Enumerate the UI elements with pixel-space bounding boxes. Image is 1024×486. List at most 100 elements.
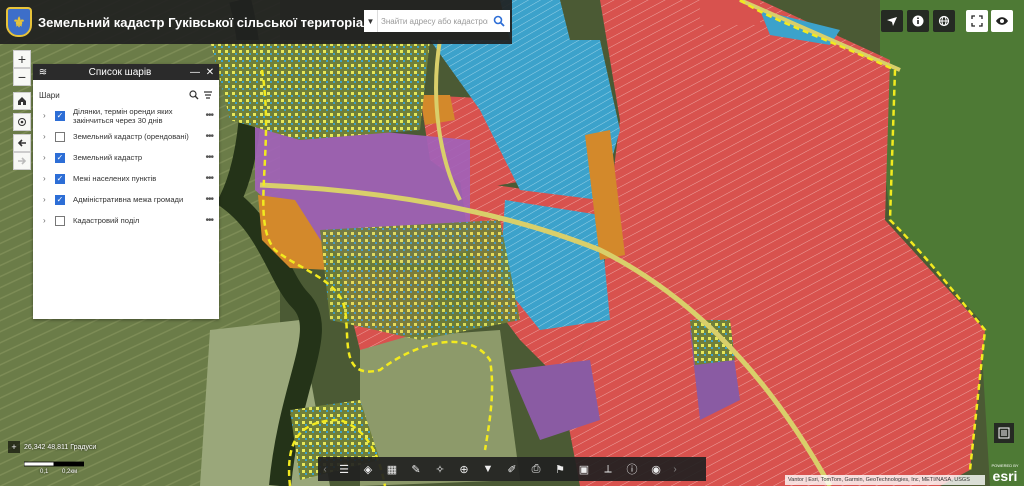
arrow-left-icon — [17, 139, 26, 147]
scale-label-right: 0,2км — [62, 469, 78, 475]
more-options-icon[interactable]: ••• — [199, 131, 214, 142]
grid-icon: ▦ — [386, 463, 398, 476]
pencil-icon: ✎ — [411, 463, 421, 476]
chevron-right-icon[interactable]: › — [43, 195, 51, 204]
search-icon — [493, 15, 505, 27]
bookmark-icon: ⚑ — [555, 463, 565, 476]
chevron-right-icon[interactable]: › — [43, 111, 51, 120]
chevron-right-icon[interactable]: › — [43, 174, 51, 183]
settlement-center — [320, 220, 520, 340]
layer-list-panel: ≋ Список шарів — ✕ Шари › ✓ Ділянки, тер… — [33, 64, 219, 319]
bottom-toolbar: ‹ ☰ ◈ ▦ ✎ ✧ ⊕ ▼ ✐ ⎙ ⚑ ▣ ⟂ ⓘ ◉ › — [318, 457, 706, 481]
filter-layers-icon[interactable] — [203, 90, 213, 100]
legend-icon — [998, 427, 1010, 439]
zoom-in-button[interactable]: + — [13, 50, 31, 68]
about-button[interactable] — [907, 10, 929, 32]
edit-icon: ✐ — [507, 463, 517, 476]
chevron-right-icon[interactable]: › — [43, 132, 51, 141]
layer-checkbox[interactable]: ✓ — [55, 110, 65, 121]
coordinate-toggle-button[interactable]: + — [8, 441, 20, 453]
bookmark-tool-button[interactable]: ⚑ — [548, 457, 572, 481]
basemap-toggle-button[interactable] — [933, 10, 955, 32]
analysis-tool-button[interactable]: ✧ — [428, 457, 452, 481]
print-tool-button[interactable]: ⎙ — [524, 457, 548, 481]
layer-item-admin-boundary[interactable]: › ✓ Адміністративна межа громади ••• — [33, 189, 219, 210]
draw-tool-button[interactable]: ✎ — [404, 457, 428, 481]
esri-brand: esri — [992, 468, 1018, 484]
layer-name: Земельний кадастр (орендовані) — [73, 132, 189, 141]
chevron-right-icon[interactable]: › — [43, 216, 51, 225]
share-button[interactable] — [881, 10, 903, 32]
chevron-right-icon[interactable]: › — [43, 153, 51, 162]
info-icon — [912, 15, 924, 27]
toolbar-scroll-right-icon[interactable]: › — [668, 464, 682, 475]
more-options-icon[interactable]: ••• — [199, 110, 214, 121]
layer-item-settlement-boundaries[interactable]: › ✓ Межі населених пунктів ••• — [33, 168, 219, 189]
basemap-gallery-button[interactable]: ▦ — [380, 457, 404, 481]
layer-item-expiring-leases[interactable]: › ✓ Ділянки, термін оренди яких закінчит… — [33, 105, 219, 126]
info-icon: ⓘ — [626, 464, 638, 476]
layer-item-cadastral-division[interactable]: › Кадастровий поділ ••• — [33, 210, 219, 231]
layer-name: Кадастровий поділ — [73, 216, 140, 225]
legend-tool-button[interactable]: ☰ — [332, 457, 356, 481]
coordinate-widget: + 26,342 48,811 Градуси — [8, 441, 96, 453]
analysis-icon: ✧ — [435, 463, 445, 476]
layers-icon: ◈ — [363, 463, 373, 476]
layer-checkbox[interactable] — [55, 131, 65, 142]
more-options-icon[interactable]: ••• — [199, 173, 214, 184]
panel-title: Список шарів — [88, 66, 152, 78]
fullscreen-button[interactable] — [966, 10, 988, 32]
arrow-right-icon — [18, 157, 27, 165]
layer-checkbox[interactable]: ✓ — [55, 173, 65, 184]
minimize-panel-button[interactable]: — — [189, 67, 201, 78]
panel-header: ≋ Список шарів — ✕ — [33, 64, 219, 80]
swipe-tool-button[interactable]: ▣ — [572, 457, 596, 481]
previous-extent-button[interactable] — [13, 134, 31, 152]
query-tool-button[interactable]: ⊕ — [452, 457, 476, 481]
screening-tool-button[interactable]: ◉ — [644, 457, 668, 481]
layer-list-tool-button[interactable]: ◈ — [356, 457, 380, 481]
layer-checkbox[interactable]: ✓ — [55, 152, 65, 163]
layer-checkbox[interactable] — [55, 215, 65, 226]
close-panel-button[interactable]: ✕ — [204, 67, 216, 78]
more-options-icon[interactable]: ••• — [199, 215, 214, 226]
scale-bar — [24, 461, 84, 467]
query-icon: ⊕ — [459, 463, 469, 476]
about-tool-button[interactable]: ⓘ — [620, 457, 644, 481]
layer-checkbox[interactable]: ✓ — [55, 194, 65, 205]
layer-item-cadastre[interactable]: › ✓ Земельний кадастр ••• — [33, 147, 219, 168]
more-options-icon[interactable]: ••• — [199, 194, 214, 205]
measure-icon: ⟂ — [604, 462, 612, 475]
filter-tool-button[interactable]: ▼ — [476, 457, 500, 481]
community-logo-icon: ⚜ — [6, 7, 32, 37]
search-input[interactable] — [378, 11, 488, 31]
edit-tool-button[interactable]: ✐ — [500, 457, 524, 481]
share-icon — [887, 17, 897, 26]
layers-section-label: Шари — [39, 90, 60, 100]
layer-name: Адміністративна межа громади — [73, 195, 184, 204]
home-icon — [18, 97, 26, 105]
toolbar-scroll-left-icon[interactable]: ‹ — [318, 464, 332, 475]
search-button[interactable] — [488, 10, 510, 32]
eye-icon — [996, 17, 1008, 25]
layer-item-cadastre-leased[interactable]: › Земельний кадастр (орендовані) ••• — [33, 126, 219, 147]
search-source-dropdown[interactable]: ▼ — [364, 10, 378, 32]
locate-button[interactable] — [13, 113, 31, 131]
measure-tool-button[interactable]: ⟂ — [596, 457, 620, 481]
print-icon: ⎙ — [531, 462, 541, 475]
visibility-button[interactable] — [991, 10, 1013, 32]
list-icon: ☰ — [339, 463, 349, 476]
home-button[interactable] — [13, 92, 31, 110]
layer-name: Ділянки, термін оренди яких закінчиться … — [73, 106, 173, 125]
layers-icon: ≋ — [38, 66, 48, 78]
more-options-icon[interactable]: ••• — [199, 152, 214, 163]
swipe-icon: ▣ — [578, 463, 590, 476]
legend-button[interactable] — [994, 423, 1014, 443]
fullscreen-icon — [971, 15, 983, 27]
crosshair-icon — [18, 118, 26, 126]
zoom-out-button[interactable]: − — [13, 68, 31, 86]
filter-icon: ▼ — [482, 463, 494, 475]
next-extent-button[interactable] — [13, 152, 31, 170]
scale-label-left: 0,1 — [40, 469, 49, 475]
search-layers-icon[interactable] — [189, 90, 199, 100]
